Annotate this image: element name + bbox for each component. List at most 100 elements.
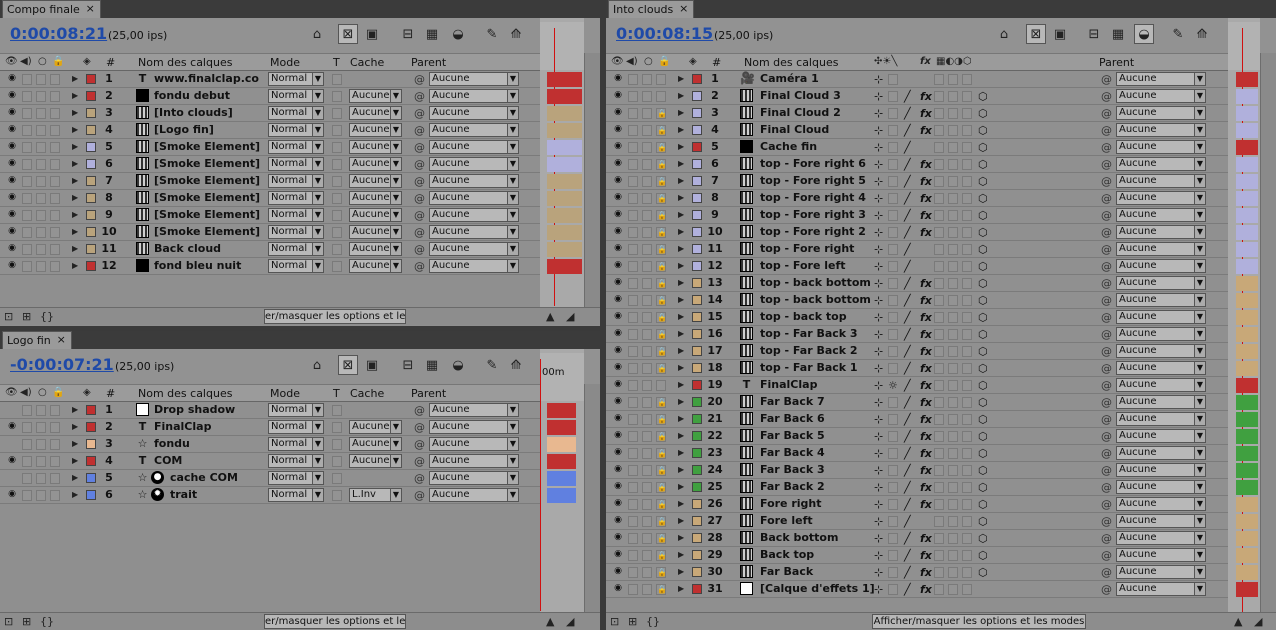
layer-switch[interactable]: [962, 278, 972, 289]
pickwhip-icon[interactable]: @: [1101, 583, 1112, 596]
quality-switch-icon[interactable]: ╱: [904, 209, 911, 222]
frame-blending-icon[interactable]: ⊟: [398, 24, 418, 44]
close-icon[interactable]: ×: [86, 2, 95, 15]
layer-switch[interactable]: [948, 414, 958, 425]
cache-dropdown[interactable]: L.Inv ▼: [349, 488, 402, 502]
layer-row[interactable]: ◉ ▶ 5 [Smoke Element] Normal ▼ Aucune ▼ @ Aucune ▼: [0, 139, 540, 156]
label-color[interactable]: [692, 176, 702, 186]
toggle-switches-icon[interactable]: ⊡: [610, 615, 619, 628]
layer-name[interactable]: [Calque d'effets 1]: [760, 582, 875, 595]
layer-duration-bar[interactable]: [1236, 548, 1258, 563]
expand-arrow-icon[interactable]: ▶: [678, 244, 684, 253]
lock-toggle[interactable]: [50, 142, 60, 153]
lock-toggle[interactable]: [50, 176, 60, 187]
audio-toggle[interactable]: [22, 456, 32, 467]
mode-dropdown[interactable]: Normal ▼: [268, 106, 324, 120]
current-time-indicator[interactable]: [540, 359, 541, 611]
layer-row[interactable]: ▶ 3 ☆ fondu Normal ▼ Aucune ▼ @ Aucune ▼: [0, 436, 540, 453]
label-color[interactable]: [86, 244, 96, 254]
quality-switch-icon[interactable]: ╱: [904, 396, 911, 409]
eye-icon[interactable]: ◉: [612, 125, 624, 134]
layer-switch[interactable]: [962, 584, 972, 595]
expand-arrow-icon[interactable]: ▶: [72, 261, 78, 270]
solo-toggle[interactable]: [36, 193, 46, 204]
pickwhip-icon[interactable]: @: [414, 158, 425, 171]
solo-toggle[interactable]: [36, 176, 46, 187]
audio-toggle[interactable]: [628, 244, 638, 255]
label-color[interactable]: [692, 516, 702, 526]
audio-toggle[interactable]: [22, 125, 32, 136]
solo-toggle[interactable]: [36, 405, 46, 416]
label-color[interactable]: [692, 346, 702, 356]
graph-editor-icon[interactable]: ◒: [1134, 24, 1154, 44]
effect-switch-icon[interactable]: fx: [920, 413, 932, 426]
shy-switch-icon[interactable]: ⊹: [874, 141, 883, 154]
layer-switch[interactable]: [962, 176, 972, 187]
layer-row[interactable]: ◉ ▶ 10 [Smoke Element] Normal ▼ Aucune ▼ @ Aucune…: [0, 224, 540, 241]
collapse-switch[interactable]: [888, 227, 898, 238]
pickwhip-icon[interactable]: @: [414, 141, 425, 154]
lock-toggle[interactable]: [50, 74, 60, 85]
draft-3d-icon[interactable]: ⊠: [338, 355, 358, 375]
lock-toggle[interactable]: [50, 210, 60, 221]
lock-icon[interactable]: 🔒: [656, 397, 667, 408]
layer-switch[interactable]: [962, 210, 972, 221]
layer-row[interactable]: ◉ ▶ 19 T FinalClap ⊹ ☼ ╱ fx ⬡ @ Aucune ▼: [606, 377, 1228, 394]
layer-name[interactable]: top - back top: [760, 310, 847, 323]
eye-icon[interactable]: ◉: [612, 380, 624, 389]
mode-dropdown[interactable]: Normal ▼: [268, 174, 324, 188]
label-color[interactable]: [692, 142, 702, 152]
layer-row[interactable]: ◉ ▶ 1 Twww.finalclap.co Normal ▼ @ Aucune ▼: [0, 71, 540, 88]
layer-switch[interactable]: [962, 244, 972, 255]
layer-row[interactable]: ▶ 5 ☆ ● cache COM Normal ▼ @ Aucune ▼: [0, 470, 540, 487]
eye-icon[interactable]: ◉: [612, 159, 624, 168]
effect-switch-icon[interactable]: fx: [920, 277, 932, 290]
brainstorm-icon[interactable]: ✎: [482, 24, 502, 44]
effect-switch-icon[interactable]: fx: [920, 583, 932, 596]
3d-layer-icon[interactable]: ⬡: [978, 90, 988, 103]
layer-switch[interactable]: [934, 550, 944, 561]
3d-layer-icon[interactable]: ⬡: [978, 175, 988, 188]
preserve-transparency-toggle[interactable]: [332, 490, 342, 501]
cache-dropdown[interactable]: Aucune ▼: [349, 191, 402, 205]
layer-duration-bar[interactable]: [1236, 429, 1258, 444]
expand-arrow-icon[interactable]: ▶: [678, 91, 684, 100]
3d-layer-icon[interactable]: ⬡: [978, 209, 988, 222]
mode-dropdown[interactable]: Normal ▼: [268, 437, 324, 451]
motion-blur-icon[interactable]: ▦: [422, 24, 442, 44]
label-color[interactable]: [692, 550, 702, 560]
lock-toggle[interactable]: [50, 490, 60, 501]
eye-icon[interactable]: ◉: [612, 227, 624, 236]
parent-dropdown[interactable]: Aucune ▼: [429, 454, 519, 468]
layer-duration-bar[interactable]: [1236, 395, 1258, 410]
audio-toggle[interactable]: [22, 490, 32, 501]
quality-switch-icon[interactable]: ╱: [904, 192, 911, 205]
layer-duration-bar[interactable]: [1236, 106, 1258, 121]
effect-switch-icon[interactable]: fx: [920, 345, 932, 358]
eye-icon[interactable]: ◉: [612, 397, 624, 406]
solo-toggle[interactable]: [36, 244, 46, 255]
layer-row[interactable]: ◉ ▶ 8 [Smoke Element] Normal ▼ Aucune ▼ @ Aucune ▼: [0, 190, 540, 207]
layer-duration-bar[interactable]: [1236, 514, 1258, 529]
collapse-switch[interactable]: [888, 210, 898, 221]
preserve-transparency-toggle[interactable]: [332, 108, 342, 119]
pickwhip-icon[interactable]: @: [1101, 549, 1112, 562]
lock-icon[interactable]: 🔒: [656, 533, 667, 544]
parent-dropdown[interactable]: Aucune ▼: [429, 123, 519, 137]
lock-icon[interactable]: 🔒: [656, 176, 667, 187]
audio-toggle[interactable]: [628, 261, 638, 272]
eye-icon[interactable]: ◉: [6, 422, 18, 431]
toggle-modes-icon[interactable]: ⊞: [628, 615, 637, 628]
timecode[interactable]: -0:00:07:21: [10, 355, 114, 374]
layer-name[interactable]: Far Back: [760, 565, 813, 578]
layer-switch[interactable]: [962, 567, 972, 578]
3d-layer-icon[interactable]: ⬡: [978, 396, 988, 409]
layer-name[interactable]: [Smoke Element]: [154, 225, 260, 238]
layer-duration-bar[interactable]: [547, 174, 582, 189]
expand-arrow-icon[interactable]: ▶: [72, 91, 78, 100]
layer-switch[interactable]: [934, 125, 944, 136]
lock-toggle[interactable]: [50, 456, 60, 467]
solo-toggle[interactable]: [642, 465, 652, 476]
lock-icon[interactable]: 🔒: [656, 448, 667, 459]
layer-switch[interactable]: [948, 125, 958, 136]
